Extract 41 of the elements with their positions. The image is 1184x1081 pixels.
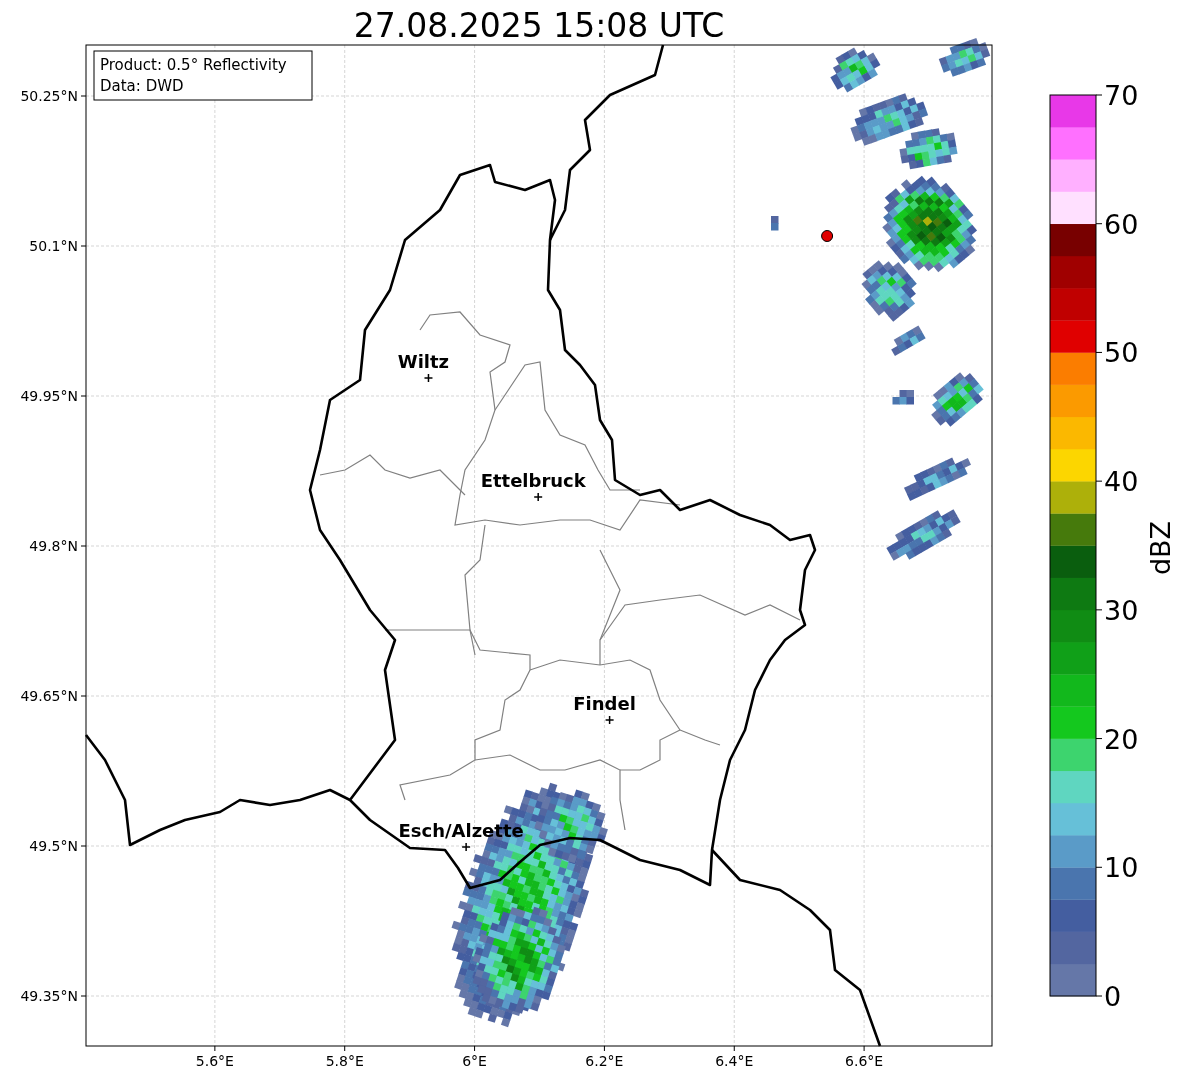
tick-mark	[214, 1045, 216, 1052]
tick-mark	[80, 545, 87, 547]
colorbar-tick-label: 40	[1104, 466, 1139, 498]
tick-mark	[474, 1045, 476, 1052]
axis-tick-label: 49.8°N	[29, 538, 78, 554]
info-text: Data: DWD	[100, 77, 184, 95]
axis-tick-label: 6.2°E	[585, 1053, 624, 1069]
city-label: Wiltz	[397, 351, 450, 372]
colorbar-tick-label: 10	[1104, 852, 1139, 884]
tick-mark	[863, 1045, 865, 1052]
axis-tick-label: 49.35°N	[20, 988, 78, 1004]
colorbar-tick-label: 60	[1104, 208, 1139, 240]
colorbar-tick-label: 20	[1104, 723, 1139, 755]
tick-mark	[80, 95, 87, 97]
info-text: Product: 0.5° Reflectivity	[100, 56, 287, 74]
axis-tick-label: 6.6°E	[845, 1053, 884, 1069]
tick-mark	[80, 245, 87, 247]
tick-mark	[603, 1045, 605, 1052]
colorbar-tick-label: 0	[1104, 981, 1122, 1012]
tick-mark	[344, 1045, 346, 1052]
axis-tick-label: 5.6°E	[195, 1053, 234, 1069]
colorbar-label: dBZ	[1145, 520, 1176, 576]
axis-tick-label: 49.65°N	[20, 688, 78, 704]
city-label: Ettelbruck	[480, 470, 586, 491]
tick-mark	[80, 395, 87, 397]
colorbar-tick-label: 50	[1104, 337, 1139, 369]
chart-title: 27.08.2025 15:08 UTC	[353, 6, 725, 45]
tick-mark	[80, 695, 87, 697]
axis-tick-label: 50.1°N	[29, 238, 78, 254]
tick-mark	[80, 845, 87, 847]
axis-tick-label: 49.95°N	[20, 388, 78, 404]
axis-tick-label: 50.25°N	[20, 88, 78, 104]
colorbar-tick-label: 30	[1104, 594, 1139, 626]
tick-mark	[80, 995, 87, 997]
axis-tick-label: 49.5°N	[29, 838, 78, 854]
city-label: Findel	[573, 693, 636, 714]
tick-mark	[733, 1045, 735, 1052]
axis-tick-label: 6°E	[462, 1053, 487, 1069]
axis-tick-label: 6.4°E	[715, 1053, 754, 1069]
colorbar-tick-label: 70	[1104, 80, 1139, 111]
axis-tick-label: 5.8°E	[325, 1053, 364, 1069]
